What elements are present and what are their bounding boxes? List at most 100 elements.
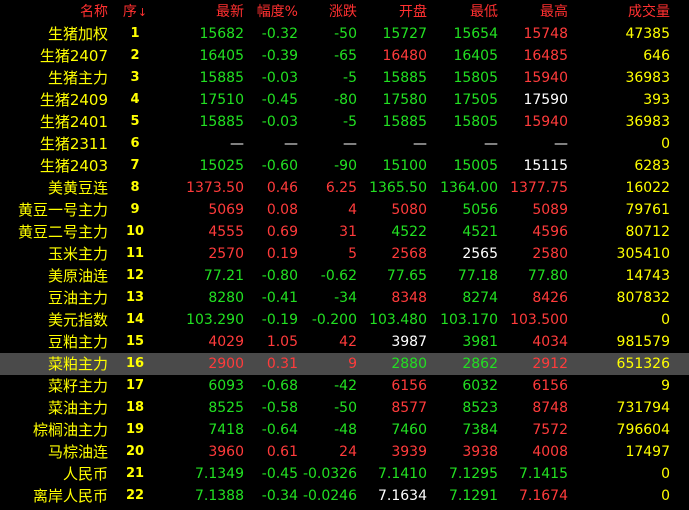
table-row[interactable]: 美黄豆连 8 1373.50 0.46 6.25 1365.50 1364.00 1377.7… (0, 177, 689, 199)
cell-pct: -0.39 (261, 48, 298, 64)
col-volume-header[interactable]: 成交量 (584, 1, 670, 23)
table-row[interactable]: 菜油主力 18 8525 -0.58 -50 8577 8523 8748 731794 (0, 397, 689, 419)
table-row[interactable]: 生猪2409 4 17510 -0.45 -80 17580 17505 17590 393 (0, 89, 689, 111)
cell-open: — (413, 136, 427, 152)
cell-name: 豆油主力 (47, 289, 108, 307)
cell-open: 7.1410 (378, 466, 427, 482)
cell-latest: 4029 (208, 334, 244, 350)
cell-pct: 0.69 (266, 224, 298, 240)
table-row[interactable]: 黄豆二号主力 10 4555 0.69 31 4522 4521 4596 80712 (0, 221, 689, 243)
col-chg-header[interactable]: 涨跌 (302, 1, 357, 23)
table-row[interactable]: 玉米主力 11 2570 0.19 5 2568 2565 2580 305410 (0, 243, 689, 265)
cell-open: 103.480 (369, 312, 427, 328)
cell-name: 生猪主力 (47, 69, 108, 87)
cell-name: 菜粕主力 (47, 355, 108, 373)
col-pct-header[interactable]: 幅度% (248, 1, 298, 23)
table-row[interactable]: 美原油连 12 77.21 -0.80 -0.62 77.65 77.18 77.80 1474… (0, 265, 689, 287)
cell-chg: -50 (334, 26, 357, 42)
table-row[interactable]: 离岸人民币 22 7.1388 -0.34 -0.0246 7.1634 7.1291 7.1… (0, 485, 689, 507)
cell-seq: 14 (125, 312, 145, 327)
cell-open: 7.1634 (378, 488, 427, 504)
cell-seq: 8 (130, 180, 140, 195)
table-row[interactable]: 棕榈油主力 19 7418 -0.64 -48 7460 7384 7572 796604 (0, 419, 689, 441)
cell-high: 8426 (532, 290, 568, 306)
table-row[interactable]: 人民币 21 7.1349 -0.45 -0.0326 7.1410 7.1295 7.141… (0, 463, 689, 485)
table-row[interactable]: 生猪2401 5 15885 -0.03 -5 15885 15805 15940 36983 (0, 111, 689, 133)
table-row[interactable]: 生猪加权 1 15682 -0.32 -50 15727 15654 15748 47385 (0, 23, 689, 45)
col-latest-header[interactable]: 最新 (160, 1, 244, 23)
cell-chg: -50 (334, 400, 357, 416)
cell-high: 15940 (523, 114, 568, 130)
cell-chg: — (343, 136, 357, 152)
table-row[interactable]: 美元指数 14 103.290 -0.19 -0.200 103.480 103.170 10… (0, 309, 689, 331)
col-high-header[interactable]: 最高 (496, 1, 568, 23)
cell-volume: 0 (661, 312, 670, 328)
cell-volume: 651326 (616, 356, 670, 372)
cell-pct: -0.80 (261, 268, 298, 284)
cell-seq: 16 (125, 356, 145, 371)
cell-high: 5089 (532, 202, 568, 218)
cell-chg: -5 (343, 70, 357, 86)
cell-volume: 14743 (625, 268, 670, 284)
table-row[interactable]: 生猪2311 6 — — — — — — 0 (0, 133, 689, 155)
cell-low: 15005 (453, 158, 498, 174)
cell-seq: 19 (125, 422, 145, 437)
quote-table: 名称 序↓ 最新 幅度% 涨跌 开盘 最低 最高 成交量 生猪加权 1 15682-… (0, 0, 689, 510)
cell-low: 15805 (453, 114, 498, 130)
col-low-header[interactable]: 最低 (426, 1, 498, 23)
col-open-header[interactable]: 开盘 (356, 1, 427, 23)
cell-name: 玉米主力 (47, 245, 108, 263)
cell-seq: 18 (125, 400, 145, 415)
cell-volume: 393 (643, 92, 670, 108)
cell-name: 黄豆二号主力 (17, 223, 108, 241)
cell-chg: -42 (334, 378, 357, 394)
cell-pct: — (284, 136, 298, 152)
table-row[interactable]: 生猪主力 3 15885 -0.03 -5 15885 15805 15940 36983 (0, 67, 689, 89)
cell-low: 15654 (453, 26, 498, 42)
table-row[interactable]: 豆粕主力 15 4029 1.05 42 3987 3981 4034 981579 (0, 331, 689, 353)
cell-high: 16485 (523, 48, 568, 64)
cell-low: 3938 (462, 444, 498, 460)
table-row[interactable]: 菜籽主力 17 6093 -0.68 -42 6156 6032 6156 9 (0, 375, 689, 397)
cell-chg: -48 (334, 422, 357, 438)
cell-pct: -0.32 (261, 26, 298, 42)
cell-volume: 16022 (625, 180, 670, 196)
cell-low: 103.170 (440, 312, 498, 328)
cell-name: 黄豆一号主力 (17, 201, 108, 219)
cell-latest: 17510 (199, 92, 244, 108)
cell-chg: 6.25 (325, 180, 357, 196)
col-seq-header[interactable]: 序↓ (120, 1, 150, 23)
cell-seq: 6 (130, 136, 140, 151)
col-name-header[interactable]: 名称 (0, 1, 108, 23)
cell-pct: -0.60 (261, 158, 298, 174)
cell-open: 16480 (382, 48, 427, 64)
cell-open: 5080 (391, 202, 427, 218)
cell-open: 8348 (391, 290, 427, 306)
cell-high: 2912 (532, 356, 568, 372)
table-row[interactable]: 豆油主力 13 8280 -0.41 -34 8348 8274 8426 807832 (0, 287, 689, 309)
cell-latest: 7.1388 (195, 488, 244, 504)
cell-chg: -0.62 (320, 268, 357, 284)
table-row[interactable]: 菜粕主力 16 2900 0.31 9 2880 2862 2912 651326 (0, 353, 689, 375)
table-row[interactable]: 黄豆一号主力 9 5069 0.08 4 5080 5056 5089 79761 (0, 199, 689, 221)
cell-name: 生猪加权 (47, 25, 108, 43)
cell-seq: 21 (125, 466, 145, 481)
cell-volume: 731794 (616, 400, 670, 416)
cell-name: 菜油主力 (47, 399, 108, 417)
cell-pct: 0.08 (266, 202, 298, 218)
table-row[interactable]: 马棕油连 20 3960 0.61 24 3939 3938 4008 17497 (0, 441, 689, 463)
cell-high: 6156 (532, 378, 568, 394)
cell-volume: 646 (643, 48, 670, 64)
cell-pct: -0.41 (261, 290, 298, 306)
cell-open: 6156 (391, 378, 427, 394)
cell-low: 2565 (462, 246, 498, 262)
cell-open: 2880 (391, 356, 427, 372)
cell-volume: 981579 (616, 334, 670, 350)
cell-name: 生猪2311 (39, 135, 108, 153)
cell-chg: -0.200 (311, 312, 357, 328)
table-row[interactable]: 生猪2407 2 16405 -0.39 -65 16480 16405 16485 646 (0, 45, 689, 67)
table-row[interactable]: 生猪2403 7 15025 -0.60 -90 15100 15005 15115 6283 (0, 155, 689, 177)
cell-chg: 9 (348, 356, 357, 372)
cell-seq: 20 (125, 444, 145, 459)
cell-chg: 4 (348, 202, 357, 218)
